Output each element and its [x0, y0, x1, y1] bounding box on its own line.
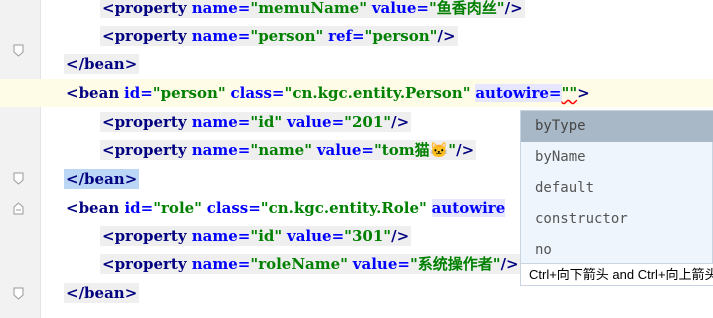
- token-tag: />: [391, 227, 410, 245]
- token-tag: />: [456, 141, 475, 159]
- token-val: "鱼香肉丝": [428, 0, 505, 17]
- completion-hint: Ctrl+向下箭头 and Ctrl+向上箭头: [521, 263, 713, 285]
- token-val: "cn.kgc.entity.Person": [284, 84, 471, 102]
- code-line-content: <property name="id" value="301"/>: [100, 226, 412, 246]
- completion-popup: byType byName default constructor no Ctr…: [520, 110, 713, 286]
- token-tag: </bean>: [66, 55, 138, 73]
- token-attr: id=: [124, 199, 154, 217]
- completion-item-byname[interactable]: byName: [521, 142, 713, 173]
- token-tag: </bean>: [66, 170, 138, 188]
- token-attr: name=: [191, 255, 251, 273]
- token-val: "name": [250, 141, 313, 159]
- code-line-content: <property name="memuName" value="鱼香肉丝"/>: [100, 0, 525, 18]
- token-tag: />: [391, 113, 410, 131]
- token-attr: autowire: [431, 199, 506, 217]
- code-line[interactable]: <property name="memuName" value="鱼香肉丝"/>: [0, 0, 713, 22]
- token-attr: value=: [286, 113, 345, 131]
- token-tag: />: [504, 0, 523, 17]
- token-attr: value=: [371, 0, 429, 17]
- code-line[interactable]: <bean id="person" class="cn.kgc.entity.P…: [0, 79, 713, 107]
- token-val: "": [561, 84, 578, 102]
- code-line[interactable]: <property name="person" ref="person"/>: [0, 22, 713, 50]
- token-tag: <property: [102, 141, 192, 159]
- code-line-content: <property name="name" value="tom猫🐱"/>: [100, 140, 477, 160]
- completion-item-no[interactable]: no: [521, 235, 713, 266]
- token-val: "person": [364, 27, 438, 45]
- token-attr: class=: [230, 84, 285, 102]
- token-tag: <property: [102, 27, 192, 45]
- code-line-content: </bean>: [64, 54, 140, 74]
- code-line-content: <bean id="role" class="cn.kgc.entity.Rol…: [64, 198, 507, 218]
- token-val: "cn.kgc.entity.Role": [260, 199, 427, 217]
- token-attr: value=: [286, 227, 345, 245]
- token-val: "301": [344, 227, 392, 245]
- token-attr: name=: [191, 0, 251, 17]
- token-val: "id": [250, 113, 283, 131]
- token-attr: value=: [316, 141, 374, 159]
- token-val: "201": [344, 113, 392, 131]
- token-tag: <property: [102, 0, 192, 17]
- token-val: "person": [250, 27, 324, 45]
- token-tag: <property: [102, 113, 192, 131]
- code-line-content: <property name="roleName" value="系统操作者"/…: [100, 254, 521, 274]
- token-attr: id=: [124, 84, 153, 102]
- token-attr: name=: [191, 113, 251, 131]
- token-val: "person": [152, 84, 226, 102]
- completion-item-bytype[interactable]: byType: [521, 111, 713, 142]
- code-line[interactable]: </bean>: [0, 50, 713, 78]
- token-tag: <bean: [66, 84, 120, 102]
- token-attr: autowire=: [475, 84, 562, 102]
- token-val: "系统操作者": [409, 255, 501, 273]
- token-tag: />: [437, 27, 456, 45]
- code-line-content: <property name="person" ref="person"/>: [100, 26, 458, 46]
- token-attr: ref=: [328, 27, 365, 45]
- token-attr: name=: [191, 227, 251, 245]
- code-line-content: </bean>: [64, 283, 140, 303]
- code-line-content: <bean id="person" class="cn.kgc.entity.P…: [64, 83, 592, 103]
- token-attr: name=: [191, 27, 251, 45]
- token-attr: name=: [191, 141, 251, 159]
- token-val: "memuName": [250, 0, 368, 17]
- code-line-content: <property name="id" value="201"/>: [100, 112, 412, 132]
- completion-item-default[interactable]: default: [521, 173, 713, 204]
- token-val: "id": [250, 227, 283, 245]
- token-tag: </bean>: [66, 284, 138, 302]
- token-attr: value=: [352, 255, 410, 273]
- token-tag: <property: [102, 227, 192, 245]
- token-tag: <property: [102, 255, 192, 273]
- token-val: "roleName": [250, 255, 348, 273]
- token-attr: class=: [206, 199, 261, 217]
- token-tag: />: [500, 255, 519, 273]
- token-tag: <bean: [66, 199, 125, 217]
- code-line-content: </bean>: [64, 169, 140, 189]
- completion-item-constructor[interactable]: constructor: [521, 204, 713, 235]
- token-val: "tom猫🐱": [373, 141, 457, 159]
- token-tag: >: [577, 84, 590, 102]
- token-val: "role": [153, 199, 202, 217]
